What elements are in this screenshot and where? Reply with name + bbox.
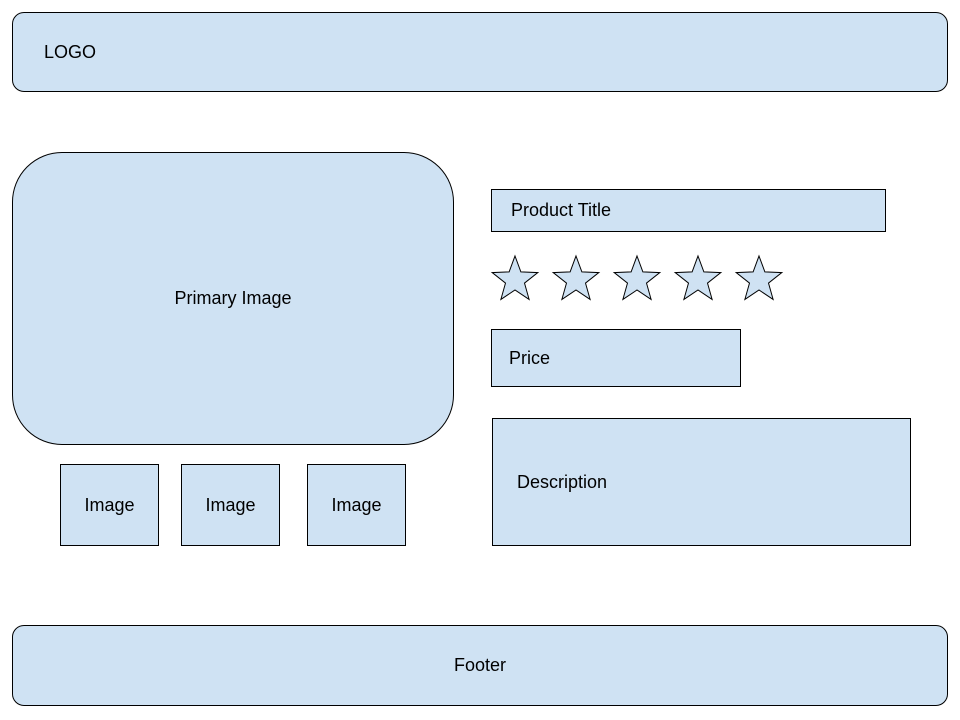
description-label: Description bbox=[517, 471, 608, 492]
star-icon[interactable] bbox=[490, 254, 540, 301]
header: LOGO bbox=[12, 12, 948, 92]
logo[interactable]: LOGO bbox=[44, 42, 96, 63]
primary-image-label: Primary Image bbox=[174, 288, 292, 308]
thumbnail-image[interactable]: Image bbox=[307, 464, 406, 546]
description: Description bbox=[492, 418, 911, 546]
star-icon[interactable] bbox=[612, 254, 662, 301]
price: Price bbox=[491, 329, 741, 387]
star-icon[interactable] bbox=[551, 254, 601, 301]
star-icon[interactable] bbox=[673, 254, 723, 301]
thumbnail-label: Image bbox=[331, 494, 382, 515]
thumbnail-label: Image bbox=[205, 494, 256, 515]
star-rating[interactable] bbox=[488, 254, 788, 304]
footer: Footer bbox=[12, 625, 948, 706]
footer-label: Footer bbox=[453, 655, 507, 675]
product-title-label: Product Title bbox=[511, 200, 612, 220]
primary-image[interactable]: Primary Image bbox=[12, 152, 454, 445]
thumbnail-label: Image bbox=[84, 494, 135, 515]
thumbnail-image[interactable]: Image bbox=[181, 464, 280, 546]
thumbnail-image[interactable]: Image bbox=[60, 464, 159, 546]
product-title: Product Title bbox=[491, 189, 886, 232]
price-label: Price bbox=[509, 347, 551, 368]
star-icon[interactable] bbox=[734, 254, 784, 301]
